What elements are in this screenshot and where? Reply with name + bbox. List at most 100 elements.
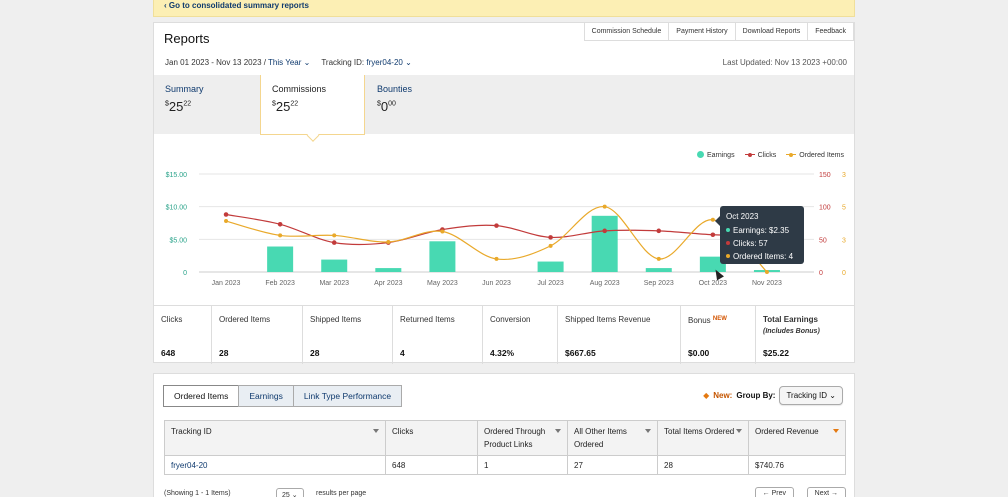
cell-ordered-through: 1 — [477, 455, 568, 475]
detail-table-panel: Ordered Items Earnings Link Type Perform… — [153, 373, 855, 497]
earnings-bar — [267, 246, 294, 272]
period-label: This Year — [268, 58, 302, 67]
page-title: Reports — [164, 31, 210, 46]
tab-ordered-items[interactable]: Ordered Items — [163, 385, 240, 407]
col-ordered-revenue[interactable]: Ordered Revenue — [748, 420, 846, 456]
x-tick-label: Oct 2023 — [699, 280, 728, 287]
total-returned-items: Returned Items 4 — [393, 306, 483, 364]
reports-panel: Reports Commission Schedule Payment Hist… — [153, 22, 855, 364]
tab-bounties-label: Bounties — [377, 84, 413, 94]
ordered-items-point — [440, 229, 445, 234]
date-range: Jan 01 2023 - Nov 13 2023 / — [165, 58, 266, 67]
cell-all-other: 27 — [567, 455, 658, 475]
pagination: (Showing 1 - 1 Items) 25 ⌄ results per p… — [164, 487, 846, 497]
earnings-bar — [375, 268, 402, 272]
col-total-items[interactable]: Total Items Ordered — [657, 420, 749, 456]
totals-row: Clicks 648 Ordered Items 28 Shipped Items 2… — [154, 305, 854, 364]
tab-summary[interactable]: Summary $2522 — [154, 75, 259, 134]
clicks-point — [494, 223, 499, 228]
sort-icon — [373, 429, 379, 433]
feedback-link[interactable]: Feedback — [807, 23, 854, 41]
cell-clicks: 648 — [385, 455, 478, 475]
groupby-new-label: New: — [713, 391, 733, 400]
tab-link-type-performance[interactable]: Link Type Performance — [292, 385, 403, 407]
summary-banner: ‹ Go to consolidated summary reports — [153, 0, 855, 17]
chevron-down-icon: ⌄ — [829, 391, 836, 400]
y-right-tick-label: 150 — [819, 172, 831, 179]
earnings-bar — [321, 259, 348, 272]
total-ordered-items: Ordered Items 28 — [212, 306, 303, 364]
per-page-select[interactable]: 25 ⌄ — [276, 488, 304, 497]
total-earnings: Total Earnings (Includes Bonus) $25.22 — [763, 315, 820, 358]
y-left-tick-label: 0 — [183, 270, 187, 277]
total-shipped-items: Shipped Items 28 — [303, 306, 393, 364]
tooltip-title: Oct 2023 — [726, 212, 759, 221]
x-tick-label: Nov 2023 — [752, 280, 782, 287]
clicks-point — [277, 222, 283, 227]
ordered-items-point — [278, 233, 283, 238]
report-links: Commission Schedule Payment History Down… — [583, 23, 854, 41]
total-shipped-revenue: Shipped Items Revenue $667.65 — [558, 306, 681, 364]
tab-commissions-value: $2522 — [272, 99, 299, 114]
group-by-select[interactable]: Tracking ID ⌄ — [779, 386, 843, 405]
y-right2-tick-label: 3 — [842, 237, 846, 244]
y-right-tick-label: 50 — [819, 237, 827, 244]
ordered-items-point — [386, 239, 391, 244]
tracking-id-dropdown[interactable]: fryer04-20 ⌄ — [366, 58, 411, 67]
tab-commissions[interactable]: Commissions $2522 — [260, 75, 365, 142]
table-header-row: Tracking ID Clicks Ordered Through Produ… — [164, 420, 846, 456]
total-conversion: Conversion 4.32% — [483, 306, 558, 364]
x-tick-label: Jan 2023 — [212, 280, 241, 287]
y-left-tick-label: $5.00 — [169, 237, 187, 244]
earnings-bar — [429, 241, 456, 272]
clicks-point — [656, 228, 662, 234]
clicks-point — [331, 240, 337, 245]
x-tick-label: Aug 2023 — [590, 280, 620, 287]
last-updated: Last Updated: Nov 13 2023 +00:00 — [722, 58, 847, 67]
per-page-label: results per page — [316, 490, 367, 497]
summary-tabs-band — [154, 75, 854, 134]
cell-total-items: 28 — [657, 455, 749, 475]
y-right2-tick-label: 0 — [842, 270, 846, 277]
commission-schedule-link[interactable]: Commission Schedule — [583, 23, 670, 41]
ordered-items-point — [332, 233, 337, 238]
tracking-label: Tracking ID: — [321, 58, 365, 67]
tracking-id-value: fryer04-20 — [366, 58, 403, 67]
cell-tracking-id[interactable]: fryer04-20 — [164, 455, 386, 475]
sort-icon — [736, 429, 742, 433]
y-right2-tick-label: 3 — [842, 172, 846, 179]
total-clicks: Clicks 648 — [154, 306, 212, 364]
next-button[interactable]: Next → — [806, 487, 846, 497]
prev-button[interactable]: ← Prev — [754, 487, 794, 497]
col-all-other-items[interactable]: All Other Items Ordered — [567, 420, 658, 456]
cell-revenue: $740.76 — [748, 455, 846, 475]
tab-commissions-label: Commissions — [272, 84, 327, 94]
y-right-tick-label: 100 — [819, 205, 831, 212]
payment-history-link[interactable]: Payment History — [668, 23, 736, 41]
earnings-bar — [537, 261, 564, 272]
tooltip-clicks: Clicks: 57 — [726, 237, 798, 250]
ordered-items-point — [656, 256, 661, 261]
clicks-point — [223, 212, 229, 217]
chevron-down-icon: ⌄ — [405, 58, 412, 67]
col-clicks[interactable]: Clicks — [385, 420, 478, 456]
tab-bounties[interactable]: Bounties $000 — [366, 75, 471, 134]
showing-count: (Showing 1 - 1 Items) — [164, 490, 231, 497]
new-badge: NEW — [712, 316, 727, 322]
tab-summary-value: $2522 — [165, 99, 192, 114]
tooltip-earnings: Earnings: $2.35 — [726, 224, 798, 237]
period-dropdown[interactable]: This Year ⌄ — [268, 58, 310, 67]
x-tick-label: Sep 2023 — [644, 280, 674, 287]
col-ordered-through-links[interactable]: Ordered Through Product Links — [477, 420, 568, 456]
consolidated-reports-link[interactable]: ‹ Go to consolidated summary reports — [164, 1, 309, 10]
report-type-tabs: Ordered Items Earnings Link Type Perform… — [163, 385, 403, 407]
tooltip-ordered: Ordered Items: 4 — [726, 250, 798, 263]
chevron-down-icon: ⌄ — [303, 58, 311, 67]
orders-table: Tracking ID Clicks Ordered Through Produ… — [164, 420, 846, 475]
y-left-tick-label: $10.00 — [166, 205, 188, 212]
download-reports-link[interactable]: Download Reports — [734, 23, 809, 41]
tab-earnings[interactable]: Earnings — [238, 385, 294, 407]
col-tracking-id[interactable]: Tracking ID — [164, 420, 386, 456]
ordered-items-point — [494, 256, 499, 261]
ordered-items-point — [548, 243, 553, 248]
